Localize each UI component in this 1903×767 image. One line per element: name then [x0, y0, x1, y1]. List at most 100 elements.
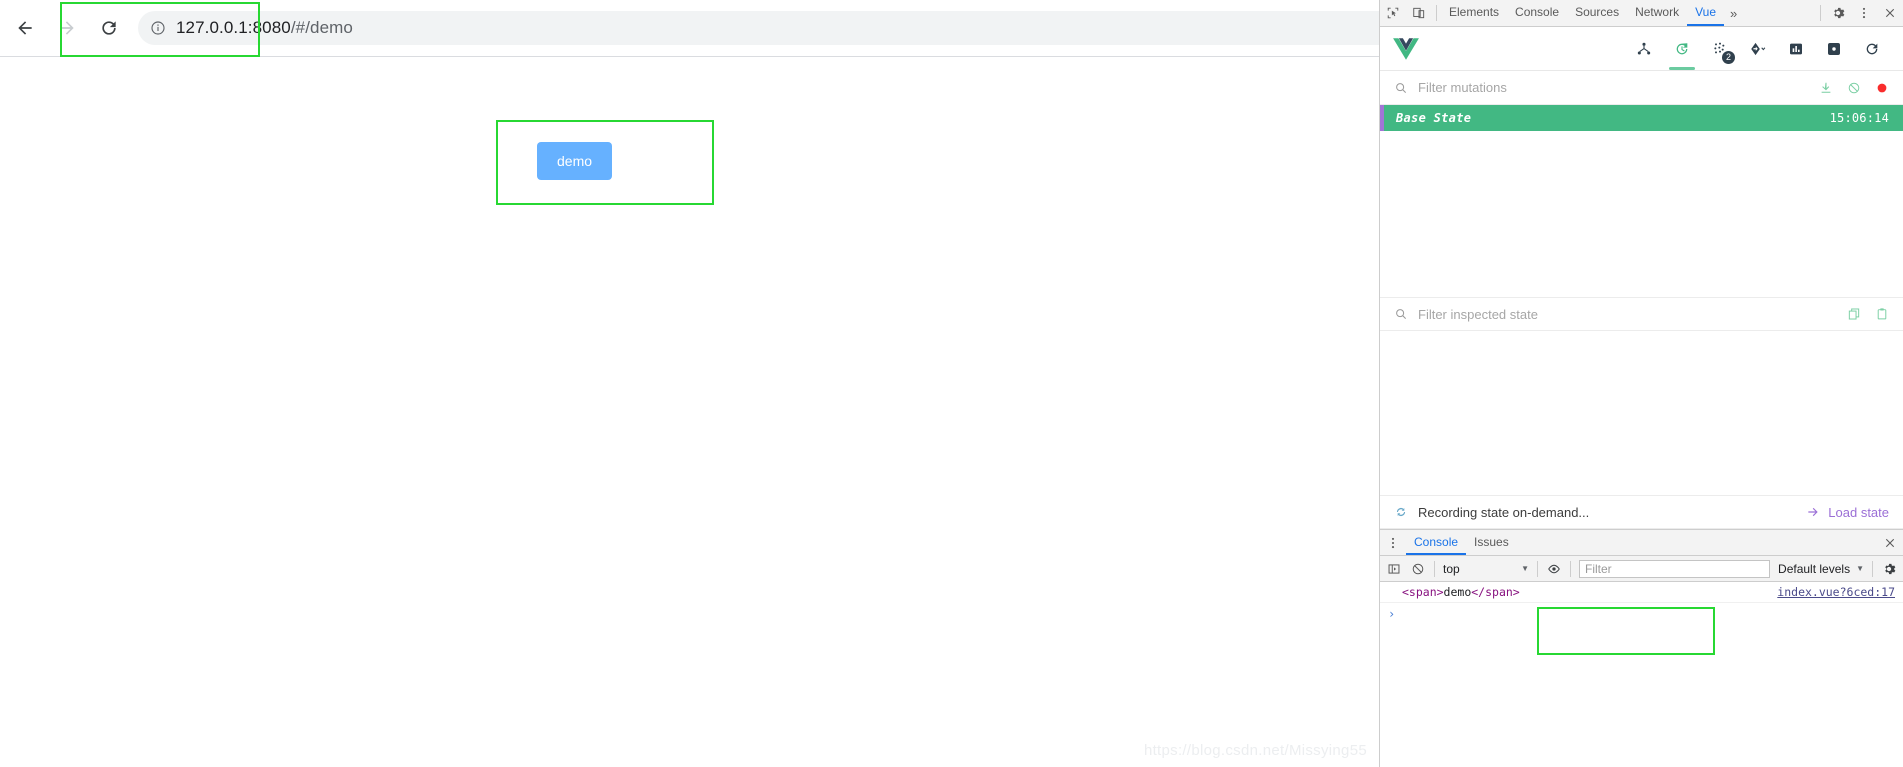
refresh-icon: [1866, 43, 1878, 54]
drawer-tabbar: Console Issues: [1380, 530, 1903, 556]
refresh-icon[interactable]: [1394, 505, 1408, 519]
drawer-close-button[interactable]: [1877, 530, 1903, 555]
reload-icon: [102, 21, 116, 35]
console-log-message: <span>demo</span>: [1402, 585, 1777, 599]
tabbar-divider: [1436, 5, 1437, 21]
page-viewport: demo https://blog.csdn.net/Missying55: [0, 57, 1379, 767]
mutation-actions: [1819, 81, 1889, 95]
log-token-close-tag: </span>: [1471, 585, 1520, 599]
console-toolbar-divider: [1434, 560, 1435, 577]
live-expression-button[interactable]: [1542, 562, 1566, 576]
devtools-tabbar: Elements Console Sources Network Vue »: [1380, 0, 1903, 27]
filter-mutations-row[interactable]: Filter mutations: [1380, 71, 1903, 105]
device-toolbar-button[interactable]: [1406, 0, 1432, 26]
console-log-source-link[interactable]: index.vue?6ced:17: [1777, 585, 1895, 599]
log-token-text: demo: [1443, 585, 1472, 599]
load-state-button[interactable]: Load state: [1806, 505, 1889, 520]
vue-tool-components[interactable]: [1625, 28, 1663, 70]
chevron-down-icon: ▼: [1521, 564, 1529, 573]
mutations-empty-area: [1380, 131, 1903, 297]
vue-tool-settings[interactable]: [1815, 28, 1853, 70]
devtools-tab-elements[interactable]: Elements: [1441, 0, 1507, 26]
devtools-settings-button[interactable]: [1825, 0, 1851, 26]
routing-diamond-icon: [1751, 42, 1766, 55]
omnibox-container: 127.0.0.1:8080/#/demo: [126, 11, 1581, 45]
vue-devtools-toolbar: 2: [1380, 27, 1903, 71]
vue-tool-events[interactable]: 2: [1701, 28, 1739, 70]
drawer-tab-console[interactable]: Console: [1406, 530, 1467, 555]
drawer-tabbar-spacer: [1517, 530, 1877, 555]
console-settings-button[interactable]: [1877, 562, 1901, 576]
settings-gear-icon: [1828, 42, 1840, 55]
three-dot-icon: [1862, 7, 1866, 19]
console-levels-selector[interactable]: Default levels ▼: [1774, 562, 1868, 576]
console-toolbar: top ▼ Filter Default levels ▼: [1380, 556, 1903, 582]
arrow-right-icon: [1808, 507, 1818, 517]
clear-mutations-icon[interactable]: [1847, 81, 1861, 95]
drawer-kebab-button[interactable]: [1380, 530, 1406, 555]
console-prompt-row[interactable]: ›: [1380, 603, 1903, 625]
forward-arrow-icon: [60, 21, 74, 35]
filter-mutations-input[interactable]: Filter mutations: [1418, 80, 1809, 95]
drawer-tab-issues[interactable]: Issues: [1466, 530, 1517, 555]
console-drawer: Console Issues top ▼ Filter Default leve…: [1380, 529, 1903, 625]
url-text: 127.0.0.1:8080/#/demo: [176, 18, 353, 38]
vue-tool-vuex[interactable]: [1663, 28, 1701, 70]
demo-button[interactable]: demo: [537, 142, 613, 180]
console-log-row[interactable]: <span>demo</span> index.vue?6ced:17: [1380, 582, 1903, 603]
devtools-close-button[interactable]: [1877, 0, 1903, 26]
devtools-panel: Elements Console Sources Network Vue » 2…: [1379, 0, 1903, 767]
copy-icon[interactable]: [1847, 307, 1861, 321]
inspected-state-body: [1380, 331, 1903, 495]
close-icon: [1885, 538, 1895, 547]
clear-console-icon: [1412, 563, 1424, 574]
record-dot-icon[interactable]: [1875, 81, 1889, 95]
timeline-history-icon: [1676, 42, 1688, 54]
vue-tool-routing[interactable]: [1739, 28, 1777, 70]
console-filter-input[interactable]: Filter: [1579, 559, 1771, 578]
console-context-selector[interactable]: top ▼: [1439, 562, 1533, 576]
devtools-more-tabs-button[interactable]: »: [1724, 0, 1743, 26]
device-toggle-icon: [1413, 7, 1425, 19]
gear-icon: [1834, 7, 1845, 19]
recording-state-row: Recording state on-demand... Load state: [1380, 495, 1903, 529]
vue-logo-icon: [1393, 37, 1419, 60]
back-button[interactable]: [8, 11, 42, 45]
vue-tool-performance[interactable]: [1777, 28, 1815, 70]
devtools-kebab-button[interactable]: [1851, 0, 1877, 26]
filter-inspected-state-row[interactable]: Filter inspected state: [1380, 297, 1903, 331]
watermark-text: https://blog.csdn.net/Missying55: [1143, 742, 1367, 759]
mutation-row-base-state[interactable]: Base State 15:06:14: [1380, 105, 1903, 131]
forward-button: [50, 11, 84, 45]
tabbar-spacer: [1743, 0, 1816, 26]
devtools-tab-network[interactable]: Network: [1627, 0, 1687, 26]
devtools-tab-vue[interactable]: Vue: [1687, 0, 1725, 26]
reload-button[interactable]: [92, 11, 126, 45]
recording-state-text: Recording state on-demand...: [1418, 504, 1590, 520]
address-bar[interactable]: 127.0.0.1:8080/#/demo: [138, 11, 1571, 45]
screenshot-root: 127.0.0.1:8080/#/demo demo https://blog.…: [0, 0, 1903, 767]
mutations-list: Base State 15:06:14: [1380, 105, 1903, 131]
clipboard-icon[interactable]: [1875, 307, 1889, 321]
console-sidebar-toggle[interactable]: [1382, 562, 1406, 576]
console-toolbar-divider-3: [1570, 560, 1571, 577]
state-actions: [1847, 307, 1889, 321]
events-badge-count: 2: [1722, 50, 1735, 64]
inspect-element-button[interactable]: [1380, 0, 1406, 26]
log-token-open-tag: <span>: [1402, 585, 1444, 599]
import-state-icon[interactable]: [1819, 81, 1833, 95]
chevron-down-icon: ▼: [1856, 564, 1864, 573]
console-toolbar-divider-4: [1872, 560, 1873, 577]
console-clear-button[interactable]: [1406, 562, 1430, 576]
filter-inspected-state-input[interactable]: Filter inspected state: [1418, 307, 1837, 322]
search-icon: [1396, 309, 1407, 320]
back-arrow-icon: [18, 21, 32, 35]
mutation-time: 15:06:14: [1829, 111, 1889, 125]
devtools-tab-console[interactable]: Console: [1507, 0, 1567, 26]
site-info-icon[interactable]: [150, 20, 166, 36]
sidebar-toggle-icon: [1388, 563, 1400, 574]
devtools-tab-sources[interactable]: Sources: [1567, 0, 1627, 26]
tabbar-divider-right: [1820, 5, 1821, 21]
prompt-caret-icon: ›: [1388, 607, 1396, 621]
vue-tool-refresh[interactable]: [1853, 28, 1891, 70]
